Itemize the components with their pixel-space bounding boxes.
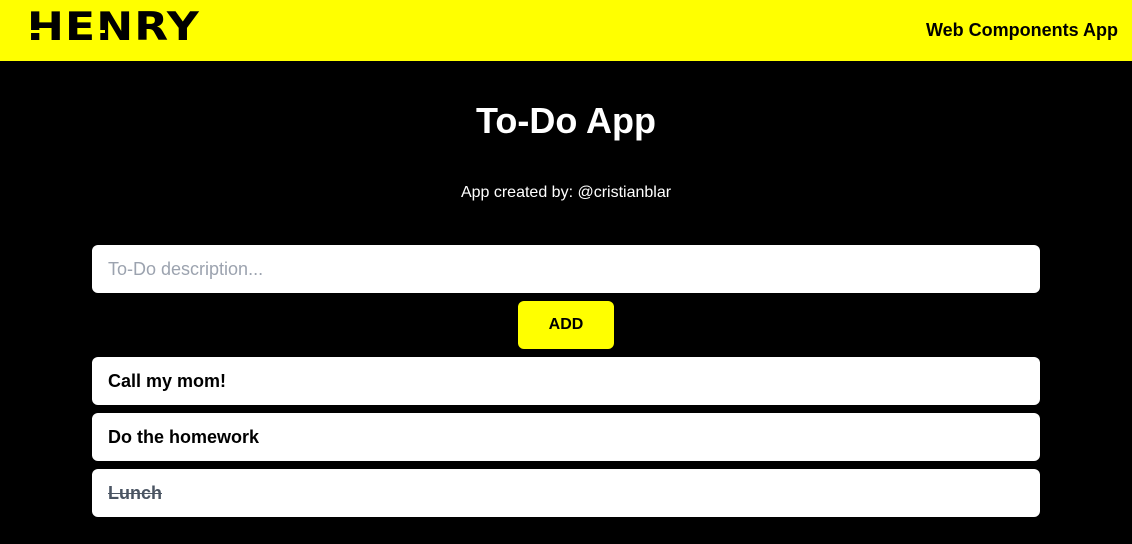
logo-stripe: [27, 30, 49, 33]
app-name: Web Components App: [926, 20, 1118, 40]
todo-item-text: Lunch: [108, 483, 162, 503]
todo-item-text: Do the homework: [108, 427, 260, 447]
top-bar: HENRY Web Components App: [0, 0, 1132, 61]
add-todo-button[interactable]: ADD: [518, 301, 614, 349]
page-title: To-Do App: [476, 100, 656, 141]
todo-item[interactable]: Call my mom!: [92, 357, 1040, 405]
author-credits: App created by: @cristianblar: [460, 184, 672, 201]
henry-logo[interactable]: HENRY: [27, 8, 199, 47]
logo-text: HENRY: [27, 5, 200, 50]
todo-description-input[interactable]: [92, 245, 1040, 293]
todo-item[interactable]: Do the homework: [92, 413, 1040, 461]
logo-stripe: [83, 30, 105, 33]
todo-item[interactable]: Lunch: [92, 469, 1040, 517]
todo-item-text: Call my mom!: [108, 371, 227, 391]
